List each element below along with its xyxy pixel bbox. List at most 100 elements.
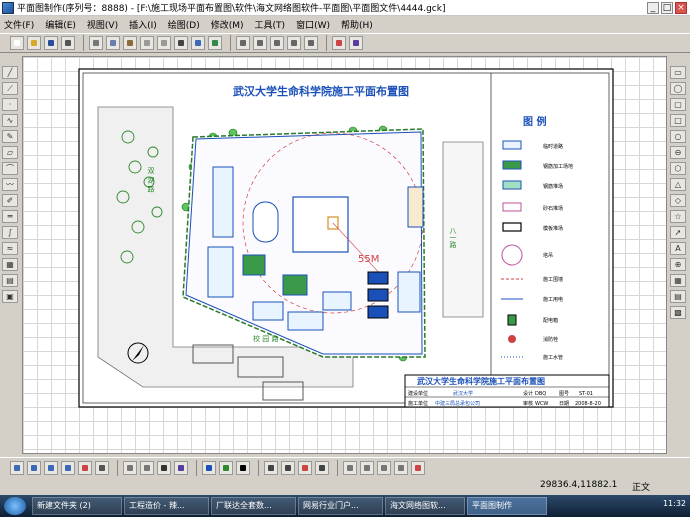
menu-edit[interactable]: 编辑(E) [45,18,76,31]
taskbar-item-glodon[interactable]: 厂联达全套数... [211,497,296,515]
zoom-out-icon[interactable] [270,36,284,50]
table-tool-icon[interactable]: ▤ [670,290,686,303]
triangle-tool-icon[interactable]: △ [670,178,686,191]
zoom-prev-icon[interactable] [360,460,374,475]
send-back-icon[interactable] [174,460,188,475]
menu-draw[interactable]: 绘图(D) [168,18,200,31]
cut-icon[interactable] [89,36,103,50]
properties-icon[interactable] [332,36,346,50]
menu-tools[interactable]: 工具(T) [255,18,286,31]
taskbar-item-netease[interactable]: 网易行业门户... [298,497,383,515]
open-folder-icon[interactable] [27,36,41,50]
image-tool-icon[interactable]: ▣ [2,290,18,303]
copy-icon[interactable] [106,36,120,50]
pan-icon[interactable] [236,36,250,50]
snap-icon[interactable] [394,460,408,475]
cylinder-tool-icon[interactable]: ⊖ [670,146,686,159]
point-tool-icon[interactable]: · [2,98,18,111]
menu-modify[interactable]: 修改(M) [211,18,244,31]
ungroup-icon[interactable] [140,460,154,475]
bring-front-icon[interactable] [157,460,171,475]
scale-icon[interactable] [61,460,75,475]
symbol-tool-icon[interactable]: ⊕ [670,258,686,271]
eraser-tool-icon[interactable]: ▱ [2,146,18,159]
circle-tool-icon[interactable]: ○ [670,130,686,143]
zoom-all-icon[interactable] [304,36,318,50]
diamond-tool-icon[interactable]: ◇ [670,194,686,207]
block-tool-icon[interactable]: ▤ [2,274,18,287]
select-icon[interactable] [10,460,24,475]
curve-tool-icon[interactable]: ∫ [2,226,18,239]
freehand-tool-icon[interactable]: 〰 [2,178,18,191]
star-tool-icon[interactable]: ☆ [670,210,686,223]
rectangle-tool-icon[interactable]: ▭ [670,66,686,79]
menu-file[interactable]: 文件(F) [4,18,34,31]
preview-icon[interactable] [191,36,205,50]
titleblock-contractor-value: 中建三局总承包公司 [435,400,480,407]
menu-help[interactable]: 帮助(H) [341,18,373,31]
wave-tool-icon[interactable]: ≈ [2,242,18,255]
toolbar-separator [83,35,84,51]
taskbar-item-plan-app[interactable]: 平面图制作 [467,497,547,515]
draw-toolbar-left: ╱ ⟋ · ∿ ✎ ▱ ⌒ 〰 ✐ ═ ∫ ≈ ▦ ▤ ▣ [2,66,20,303]
polyline-tool-icon[interactable]: ⟋ [2,82,18,95]
menu-insert[interactable]: 插入(I) [129,18,157,31]
drawing-canvas[interactable]: 55M 双 湖 路 八一路 校 园 路 武汉大学生命科学院施工平面布置图 图 例… [22,56,667,454]
double-line-tool-icon[interactable]: ═ [2,210,18,223]
pen-tool-icon[interactable] [411,460,425,475]
square-tool-icon[interactable]: □ [670,114,686,127]
undo-icon[interactable] [140,36,154,50]
line-style-icon[interactable] [281,460,295,475]
pencil-tool-icon[interactable]: ✎ [2,130,18,143]
maximize-button[interactable]: □ [661,1,673,14]
warehouse-right [407,186,424,228]
taskbar-item-cost[interactable]: 工程造价 - 辣... [124,497,209,515]
page-setup-icon[interactable] [174,36,188,50]
start-button-icon[interactable] [4,497,26,515]
hatch-tool-icon[interactable]: ▦ [2,258,18,271]
ellipse-tool-icon[interactable]: ◯ [670,82,686,95]
brush-tool-icon[interactable]: ✐ [2,194,18,207]
save-icon[interactable] [44,36,58,50]
font-color-icon[interactable] [236,460,250,475]
fill-color-icon[interactable] [219,460,233,475]
layer-icon[interactable] [208,36,222,50]
move-icon[interactable] [27,460,41,475]
group-icon[interactable] [123,460,137,475]
ole-object-icon[interactable]: ▩ [670,306,686,319]
rotate-icon[interactable] [44,460,58,475]
redo-icon[interactable] [157,36,171,50]
help-icon[interactable] [349,36,363,50]
new-file-icon[interactable] [10,36,24,50]
line-color-icon[interactable] [202,460,216,475]
zoom-window-icon[interactable] [287,36,301,50]
arrow-style-icon[interactable] [298,460,312,475]
line-width-icon[interactable] [264,460,278,475]
close-button[interactable]: × [675,1,687,14]
taskbar-item-haiwen[interactable]: 海文网络图软... [385,497,465,515]
polygon-tool-icon[interactable]: ⬡ [670,162,686,175]
legend-label-4: 模板堆场 [543,225,563,232]
menu-window[interactable]: 窗口(W) [296,18,330,31]
arrow-tool-icon[interactable]: ➚ [670,226,686,239]
main-toolbar [0,33,690,53]
grid-tool-icon[interactable]: ▦ [670,274,686,287]
menu-view[interactable]: 视图(V) [87,18,118,31]
taskbar-item-folder[interactable]: 新建文件夹 (2) [32,497,122,515]
text-tool-icon[interactable]: A [670,242,686,255]
distribute-icon[interactable] [95,460,109,475]
zoom-window-tool-icon[interactable] [343,460,357,475]
rounded-rect-tool-icon[interactable]: ▢ [670,98,686,111]
hatch-style-icon[interactable] [315,460,329,475]
print-icon[interactable] [61,36,75,50]
zoom-in-icon[interactable] [253,36,267,50]
paste-icon[interactable] [123,36,137,50]
redraw-icon[interactable] [377,460,391,475]
arc-tool-icon[interactable]: ⌒ [2,162,18,175]
legend-swatch-rebar-yard [502,160,522,170]
minimize-button[interactable]: _ [647,1,659,14]
line-tool-icon[interactable]: ╱ [2,66,18,79]
spline-tool-icon[interactable]: ∿ [2,114,18,127]
rebar-yard-1 [242,254,266,276]
align-icon[interactable] [78,460,92,475]
